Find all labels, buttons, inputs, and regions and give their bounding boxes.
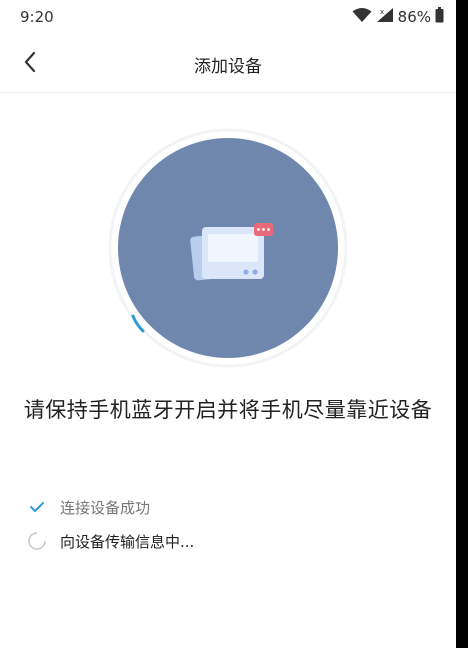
battery-icon xyxy=(435,7,444,27)
add-device-screen: 9:20 x 86% 添加设备 请保持手机蓝牙开启并将手机尽量靠近设备 连接设备… xyxy=(0,0,456,648)
progress-steps: 连接设备成功 向设备传输信息中... xyxy=(26,490,426,558)
step-label: 向设备传输信息中... xyxy=(60,532,195,551)
check-icon xyxy=(26,496,48,518)
step-transfer-info: 向设备传输信息中... xyxy=(26,524,426,558)
device-connection-visual xyxy=(108,128,348,368)
scale-device-icon xyxy=(190,223,273,281)
battery-percent: 86% xyxy=(397,8,431,26)
page-title: 添加设备 xyxy=(194,57,262,77)
wifi-icon xyxy=(352,7,372,27)
signal-icon: x xyxy=(376,7,394,27)
step-label: 连接设备成功 xyxy=(60,498,151,517)
svg-text:x: x xyxy=(380,8,384,16)
header: 添加设备 xyxy=(0,34,456,93)
step-connect-success: 连接设备成功 xyxy=(26,490,426,524)
status-icons: x 86% xyxy=(352,7,444,27)
instruction-text: 请保持手机蓝牙开启并将手机尽量靠近设备 xyxy=(23,398,433,422)
progress-arc xyxy=(131,314,145,333)
status-time: 9:20 xyxy=(20,8,54,26)
loading-spinner-icon xyxy=(26,530,48,552)
status-bar: 9:20 x 86% xyxy=(0,0,456,34)
